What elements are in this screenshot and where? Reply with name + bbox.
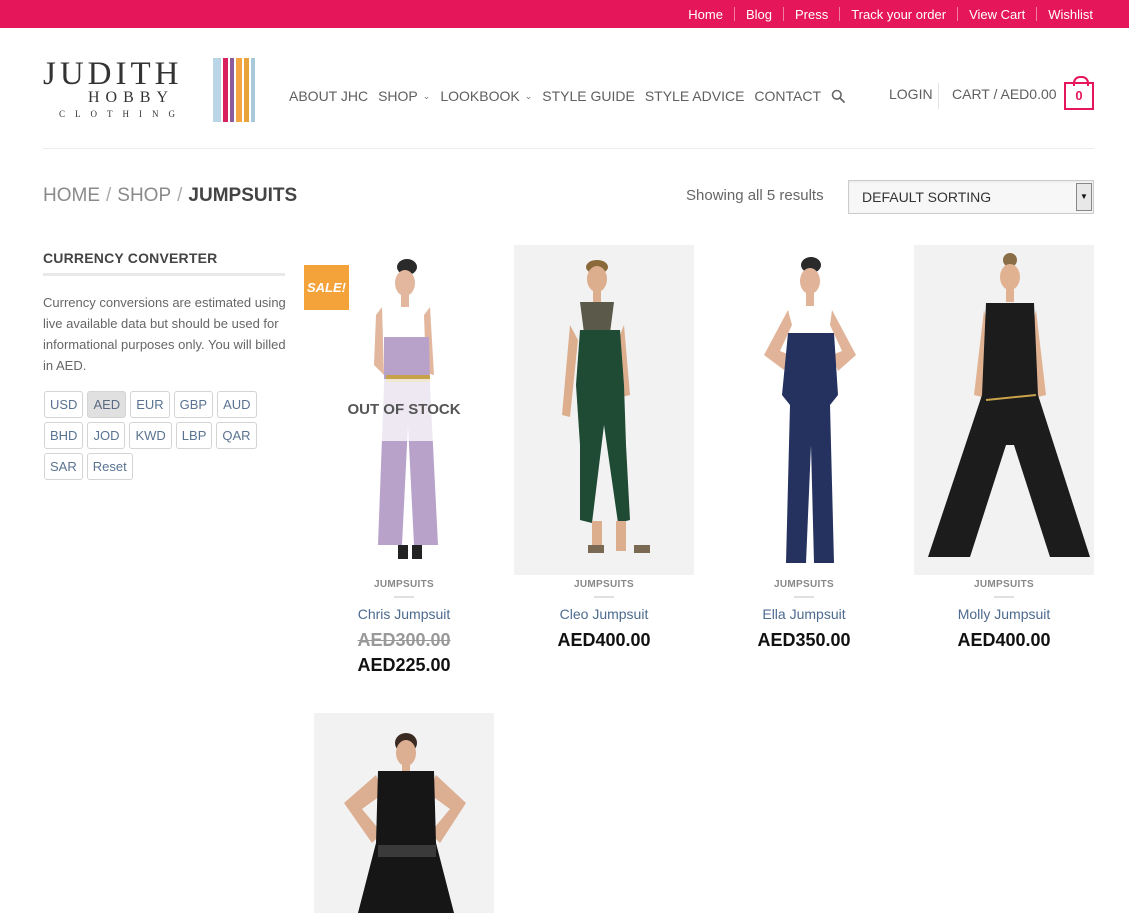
product-old-price: AED300.00 xyxy=(357,630,451,650)
top-link-track-order[interactable]: Track your order xyxy=(851,7,946,22)
cart-link[interactable]: CART / AED0.00 xyxy=(952,86,1057,102)
currency-reset-button[interactable]: Reset xyxy=(86,453,133,480)
product-price: AED400.00 xyxy=(557,630,651,650)
nav-contact-label: CONTACT xyxy=(754,88,822,104)
sorting-selected-value: DEFAULT SORTING xyxy=(862,189,992,205)
top-link-home[interactable]: Home xyxy=(688,7,723,22)
product-image[interactable] xyxy=(714,245,894,575)
header-divider xyxy=(938,83,939,109)
cart-count-icon[interactable]: 0 xyxy=(1064,76,1094,110)
out-of-stock-label: OUT OF STOCK xyxy=(314,379,494,441)
currency-converter-title: CURRENCY CONVERTER xyxy=(43,250,218,266)
product-sale-price: AED225.00 xyxy=(357,655,451,675)
top-bar: Home Blog Press Track your order View Ca… xyxy=(0,0,1129,28)
currency-jod-button[interactable]: JOD xyxy=(87,422,126,449)
logo-line-3: CLOTHING xyxy=(59,109,185,119)
product-name[interactable]: Chris Jumpsuit xyxy=(314,606,494,622)
product-image[interactable] xyxy=(314,713,494,913)
breadcrumb: HOME / SHOP / JUMPSUITS xyxy=(43,185,297,207)
nav-style-advice[interactable]: STYLE ADVICE xyxy=(645,88,745,104)
nav-lookbook-label: LOOKBOOK xyxy=(440,88,520,104)
category-divider xyxy=(994,596,1014,598)
nav-style-guide[interactable]: STYLE GUIDE xyxy=(542,88,635,104)
product-image[interactable] xyxy=(514,245,694,575)
category-divider xyxy=(594,596,614,598)
currency-aed-button[interactable]: AED xyxy=(87,391,127,418)
nav-style-advice-label: STYLE ADVICE xyxy=(644,88,745,104)
model-figure xyxy=(764,257,856,563)
nav-lookbook[interactable]: LOOKBOOK ⌄ xyxy=(440,88,532,104)
currency-aud-button[interactable]: AUD xyxy=(217,391,257,418)
product-image[interactable] xyxy=(914,245,1094,575)
product-name[interactable]: Cleo Jumpsuit xyxy=(514,606,694,622)
currency-gbp-button[interactable]: GBP xyxy=(173,391,214,418)
product-card[interactable] xyxy=(314,713,494,913)
product-price: AED350.00 xyxy=(757,630,851,650)
top-link-blog[interactable]: Blog xyxy=(746,7,772,22)
logo-line-1: JUDITH xyxy=(43,56,183,92)
dropdown-arrow-icon[interactable]: ▼ xyxy=(1076,183,1092,211)
top-link-press[interactable]: Press xyxy=(795,7,828,22)
currency-lbp-button[interactable]: LBP xyxy=(175,422,213,449)
nav-about-label: ABOUT JHC xyxy=(289,88,369,104)
product-category[interactable]: JUMPSUITS xyxy=(914,579,1094,590)
category-divider xyxy=(394,596,414,598)
currency-bhd-button[interactable]: BHD xyxy=(44,422,84,449)
top-link-view-cart[interactable]: View Cart xyxy=(969,7,1025,22)
sorting-select[interactable]: DEFAULT SORTING ▼ xyxy=(848,180,1094,214)
product-category[interactable]: JUMPSUITS xyxy=(514,579,694,590)
currency-sar-button[interactable]: SAR xyxy=(44,453,83,480)
model-figure xyxy=(344,733,466,913)
product-name[interactable]: Molly Jumpsuit xyxy=(914,606,1094,622)
main-nav: ABOUT JHC SHOP ⌄ LOOKBOOK ⌄ STYLE GUIDE ST… xyxy=(289,86,855,106)
search-icon[interactable] xyxy=(831,89,845,103)
logo-line-2: HOBBY xyxy=(88,89,175,106)
currency-usd-button[interactable]: USD xyxy=(44,391,84,418)
sale-badge: SALE! xyxy=(304,265,349,310)
product-category[interactable]: JUMPSUITS xyxy=(314,579,494,590)
nav-style-guide-label: STYLE GUIDE xyxy=(542,88,635,104)
chevron-down-icon: ⌄ xyxy=(422,90,431,101)
widget-title-underline xyxy=(43,273,285,276)
currency-eur-button[interactable]: EUR xyxy=(130,391,170,418)
category-divider xyxy=(794,596,814,598)
nav-shop-label: SHOP xyxy=(378,88,418,104)
product-category[interactable]: JUMPSUITS xyxy=(714,579,894,590)
breadcrumb-separator: / xyxy=(177,185,183,206)
login-link[interactable]: LOGIN xyxy=(889,86,933,102)
breadcrumb-current: JUMPSUITS xyxy=(188,185,298,206)
nav-shop[interactable]: SHOP ⌄ xyxy=(378,88,430,104)
chevron-down-icon: ⌄ xyxy=(524,90,533,101)
model-figure xyxy=(928,253,1090,557)
breadcrumb-home[interactable]: HOME xyxy=(43,185,100,207)
breadcrumb-shop[interactable]: SHOP xyxy=(117,185,171,207)
product-price: AED400.00 xyxy=(957,630,1051,650)
results-count: Showing all 5 results xyxy=(686,187,824,204)
breadcrumb-separator: / xyxy=(106,185,112,206)
header-divider-line xyxy=(43,148,1094,149)
nav-about[interactable]: ABOUT JHC xyxy=(289,88,368,104)
currency-kwd-button[interactable]: KWD xyxy=(129,422,172,449)
currency-buttons: USD AED EUR GBP AUD BHD JOD KWD LBP QAR … xyxy=(44,391,289,484)
top-link-wishlist[interactable]: Wishlist xyxy=(1048,7,1093,22)
nav-contact[interactable]: CONTACT xyxy=(754,88,821,104)
site-logo[interactable]: JUDITH HOBBY CLOTHING xyxy=(43,57,258,123)
logo-stripes xyxy=(213,58,255,122)
product-name[interactable]: Ella Jumpsuit xyxy=(714,606,894,622)
currency-converter-text: Currency conversions are estimated using… xyxy=(43,295,286,373)
model-figure xyxy=(562,260,650,553)
currency-qar-button[interactable]: QAR xyxy=(216,422,257,449)
